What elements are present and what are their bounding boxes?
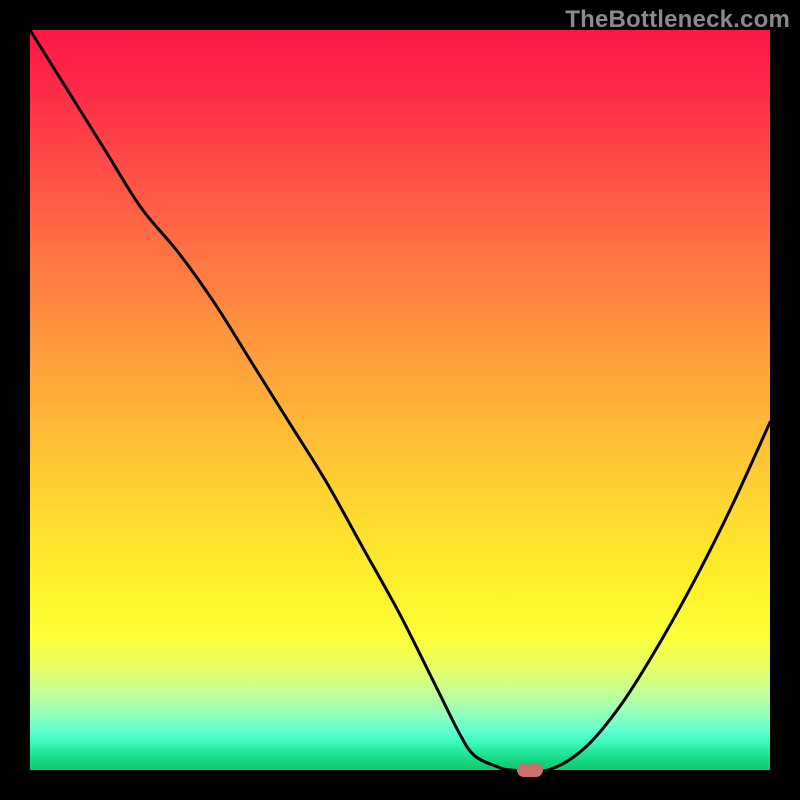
bottleneck-curve — [30, 30, 770, 770]
plot-area — [30, 30, 770, 770]
chart-frame: TheBottleneck.com — [0, 0, 800, 800]
marker-point — [517, 763, 543, 777]
watermark-text: TheBottleneck.com — [565, 6, 790, 34]
